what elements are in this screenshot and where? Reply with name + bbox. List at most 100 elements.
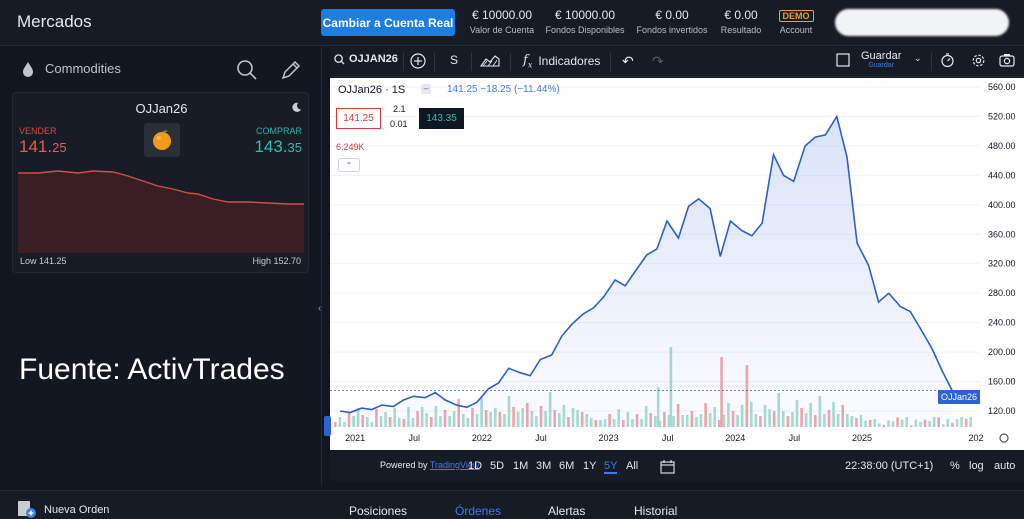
source-caption: Fuente: ActivTrades xyxy=(19,353,285,386)
instrument-logo xyxy=(144,123,180,157)
invested-funds-label: Fondos invertidos xyxy=(636,25,708,35)
tab-alerts[interactable]: Alertas xyxy=(548,504,585,518)
legend-collapse-icon[interactable]: – xyxy=(421,84,431,94)
y-tick-label: 160.00 xyxy=(988,377,1016,387)
save-sublabel: Guardar xyxy=(868,62,895,69)
gear-icon xyxy=(972,54,985,67)
chart-type-button[interactable] xyxy=(480,53,500,67)
timeframe-5y[interactable]: 5Y xyxy=(604,460,618,474)
account-menu[interactable]: DEMO Account xyxy=(774,8,818,35)
symbol-search-button[interactable]: OJJAN26 xyxy=(334,53,398,65)
result-value: € 0.00 xyxy=(724,8,758,22)
moon-icon xyxy=(292,102,302,112)
account-value-label: Valor de Cuenta xyxy=(469,25,535,35)
square-icon xyxy=(836,53,850,67)
volume-bar xyxy=(960,417,963,427)
save-label: Guardar xyxy=(861,50,902,62)
settings-button[interactable] xyxy=(971,53,986,68)
save-button[interactable]: Guardar Guardar xyxy=(861,50,901,69)
timeframe-6m[interactable]: 6M xyxy=(559,460,574,472)
volume-bar xyxy=(969,417,973,427)
divider xyxy=(510,53,511,71)
interval-button[interactable]: S xyxy=(450,53,458,67)
volume-label: 6.249K xyxy=(336,142,365,152)
indicators-label: Indicadores xyxy=(538,54,601,69)
sell-price-main: 141. xyxy=(19,137,53,156)
invested-funds-value: € 0.00 xyxy=(655,8,689,22)
y-tick-label: 440.00 xyxy=(988,170,1016,180)
collapse-panel-icon[interactable]: ‹ xyxy=(318,303,321,314)
volume-bar xyxy=(334,422,337,427)
price-area xyxy=(340,116,953,427)
available-funds-label: Fondos Disponibles xyxy=(545,25,625,35)
toolbar-symbol: OJJAN26 xyxy=(349,53,398,65)
timeframe-5d[interactable]: 5D xyxy=(490,460,504,472)
divider xyxy=(403,53,404,71)
x-tick-label: 202 xyxy=(969,433,984,443)
volume-bar xyxy=(964,418,968,427)
log-scale-toggle[interactable]: log xyxy=(969,460,984,472)
chart-side-handle[interactable] xyxy=(324,416,331,436)
chart-legend-symbol: OJJan26 · 1S xyxy=(338,84,406,96)
timeframe-all[interactable]: All xyxy=(626,460,638,472)
account-value: € 10000.00 xyxy=(471,8,533,22)
page-title: Mercados xyxy=(17,12,92,31)
date-range-icon[interactable] xyxy=(660,460,675,477)
x-tick-label: 2023 xyxy=(599,433,619,443)
y-tick-label: 480.00 xyxy=(988,141,1016,151)
percent-scale-toggle[interactable]: % xyxy=(950,460,960,472)
axis-settings-icon xyxy=(999,433,1009,443)
undo-icon[interactable]: ↶ xyxy=(622,53,634,70)
search-icon[interactable] xyxy=(236,59,258,81)
x-tick-label: 2022 xyxy=(472,433,492,443)
auto-scale-toggle[interactable]: auto xyxy=(994,460,1015,472)
price-chart[interactable]: 560.00 520.00 480.00 440.00 400.00 360.00 320.… xyxy=(324,78,1024,450)
powered-by-text: Powered by xyxy=(380,460,428,470)
sell-price-button[interactable]: 141.25 xyxy=(19,137,67,157)
switch-to-real-account-button[interactable]: Cambiar a Cuenta Real xyxy=(321,9,455,36)
instrument-card[interactable]: OJJan26 VENDER 141.25 COMPRAR 143.35 Low… xyxy=(12,92,309,273)
area-chart-icon xyxy=(480,55,500,67)
last-price-tag: OJJan26 xyxy=(938,390,981,404)
tab-orders[interactable]: Órdenes xyxy=(455,504,501,518)
fx-icon: fx xyxy=(523,53,533,70)
quantity-value[interactable]: 0.01 xyxy=(390,119,408,129)
x-tick-label: 2024 xyxy=(725,433,745,443)
timeframe-1y[interactable]: 1Y xyxy=(583,460,596,472)
edit-icon[interactable] xyxy=(280,59,302,81)
available-funds-stat: € 10000.00 Fondos Disponibles xyxy=(545,8,625,35)
chart-buy-button[interactable]: 143.35 xyxy=(419,108,464,129)
buy-price-button[interactable]: 143.35 xyxy=(254,137,302,157)
chart-legend-values: 141.25 −18.25 (−11.44%) xyxy=(447,84,560,95)
y-tick-label: 360.00 xyxy=(988,229,1016,239)
timeframe-1d[interactable]: 1D xyxy=(468,460,482,472)
layout-select-checkbox[interactable] xyxy=(836,53,850,67)
replay-button[interactable] xyxy=(940,53,955,68)
chevron-down-icon[interactable]: ⌄ xyxy=(914,53,922,64)
new-order-button[interactable]: Nueva Orden xyxy=(44,504,109,516)
redo-icon[interactable]: ↷ xyxy=(652,53,664,70)
stopwatch-icon xyxy=(941,53,954,68)
intraday-sparkline xyxy=(18,170,304,253)
chart-sell-button[interactable]: 141.25 xyxy=(336,108,381,129)
timeframe-3m[interactable]: 3M xyxy=(536,460,551,472)
instrument-symbol: OJJan26 xyxy=(135,101,188,116)
screenshot-button[interactable] xyxy=(999,53,1015,67)
result-label: Resultado xyxy=(720,25,762,35)
volume-bar xyxy=(955,419,959,427)
collapse-legend-button[interactable]: ⌃ xyxy=(338,158,360,172)
indicators-button[interactable]: fx Indicadores xyxy=(523,53,600,70)
y-tick-label: 560.00 xyxy=(988,82,1016,92)
y-tick-label: 120.00 xyxy=(988,406,1016,416)
timeframe-1m[interactable]: 1M xyxy=(513,460,528,472)
search-icon xyxy=(334,53,345,65)
app-root: Mercados Cambiar a Cuenta Real € 10000.0… xyxy=(0,0,1024,519)
divider xyxy=(471,53,472,71)
category-selector[interactable]: Commodities xyxy=(0,47,322,91)
compare-add-button[interactable] xyxy=(410,53,426,69)
timezone-button[interactable]: 22:38:00 (UTC+1) xyxy=(845,460,933,472)
tab-history[interactable]: Historial xyxy=(634,504,677,518)
buy-label: COMPRAR xyxy=(255,126,302,136)
tab-positions[interactable]: Posiciones xyxy=(349,504,407,518)
x-tick-label: 2025 xyxy=(852,433,872,443)
